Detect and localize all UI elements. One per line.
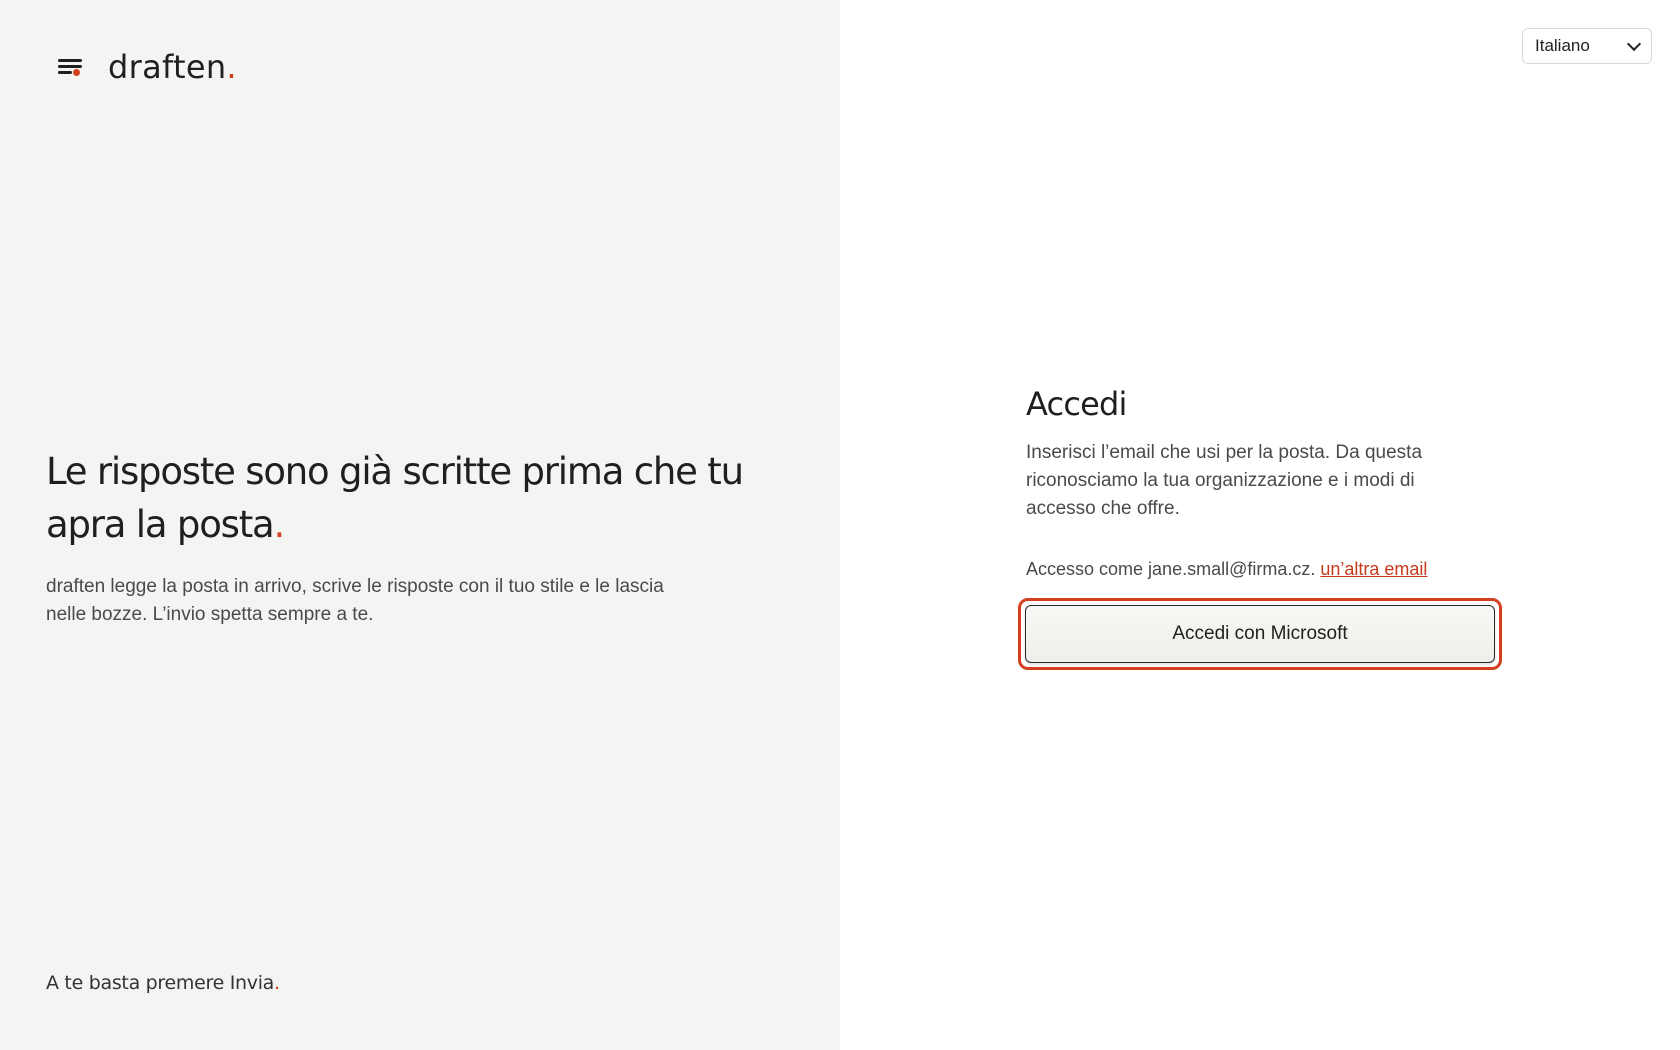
brand-logo[interactable]: draften. — [56, 48, 237, 86]
login-page: draften. Le risposte sono già scritte pr… — [0, 0, 1680, 1050]
account-text: Accesso come jane.small@firma.cz. — [1026, 559, 1316, 579]
other-email-link[interactable]: un’altra email — [1320, 559, 1427, 579]
hero-subtitle: draften legge la posta in arrivo, scrive… — [46, 576, 664, 625]
hero: Le risposte sono già scritte prima che t… — [46, 445, 746, 629]
signin-description: Inserisci l’email che usi per la posta. … — [1026, 442, 1423, 519]
tagline: A te basta premere Invia. — [46, 972, 280, 994]
hero-title: Le risposte sono già scritte prima che t… — [46, 450, 744, 546]
menu-lines-icon — [56, 55, 84, 79]
microsoft-button-focus-ring: Accedi con Microsoft — [1018, 598, 1502, 670]
signin-title: Accedi — [1026, 385, 1127, 423]
marketing-panel: draften. Le risposte sono già scritte pr… — [0, 0, 840, 1050]
language-select[interactable]: Italiano — [1522, 28, 1652, 64]
signin-form: Accedi Inserisci l’email che usi per la … — [1026, 385, 1496, 580]
account-line: Accesso come jane.small@firma.cz. un’alt… — [1026, 559, 1496, 580]
signin-panel: Italiano Accedi Inserisci l’email che us… — [840, 0, 1680, 1050]
brand-name: draften. — [108, 48, 237, 86]
signin-microsoft-button[interactable]: Accedi con Microsoft — [1025, 605, 1495, 663]
language-select-value: Italiano — [1535, 36, 1590, 55]
chevron-down-icon — [1626, 36, 1642, 51]
